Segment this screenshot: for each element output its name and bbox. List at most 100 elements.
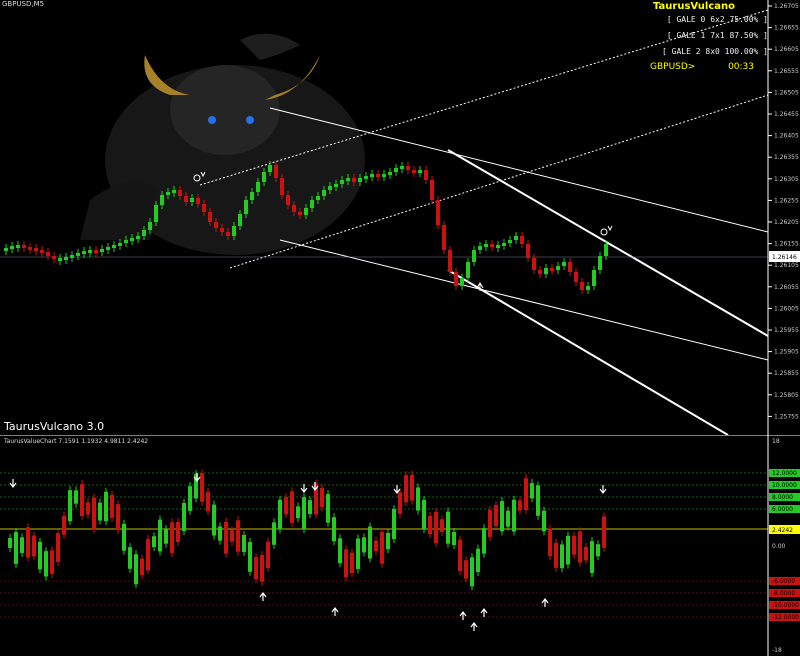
price-tick: 1.25855 (774, 370, 799, 377)
candle-body (280, 178, 284, 195)
indicator-bar (134, 554, 138, 585)
indicator-bar (74, 490, 78, 504)
indicator-bar (50, 550, 54, 574)
candle-body (376, 174, 380, 177)
indicator-chart[interactable]: 18 0.00 -18 2.4242 12.0000 10.0000 8.0000 6… (0, 435, 800, 656)
candle-body (28, 247, 32, 250)
indicator-bar (470, 557, 474, 587)
indicator-bar (578, 531, 582, 563)
indicator-canvas[interactable]: 18 0.00 -18 2.4242 12.0000 10.0000 8.0000 6… (0, 435, 800, 656)
price-tick: 1.26005 (774, 305, 799, 312)
indicator-bar (506, 510, 510, 527)
pair-timer-row: GBPUSD> 00:33 (620, 62, 768, 72)
candle-body (466, 262, 470, 278)
candle-body (484, 244, 488, 247)
candle-body (130, 238, 134, 241)
current-price-label: 1.26146 (772, 254, 797, 261)
indicator-bar (554, 542, 558, 568)
level-label: 10.0000 (772, 482, 797, 489)
candle-body (592, 270, 596, 286)
indicator-bar (68, 490, 72, 522)
candle-body (388, 172, 392, 175)
indicator-bar (266, 541, 270, 569)
level-label: 6.0000 (772, 506, 793, 513)
indicator-bar (374, 540, 378, 552)
candle-body (448, 250, 452, 272)
candle-body (256, 182, 260, 192)
indicator-bar (20, 537, 24, 553)
indicator-bar (566, 535, 570, 565)
up-arrow-icon (541, 598, 549, 607)
indicator-bar (56, 533, 60, 563)
candle-body (430, 180, 434, 200)
indicator-bar (428, 515, 432, 535)
indicator-bar (530, 483, 534, 499)
indicator-bar (122, 523, 126, 551)
indicator-bar (338, 538, 342, 564)
indicator-bar (572, 535, 576, 555)
candle-body (406, 166, 410, 170)
candle-body (424, 170, 428, 180)
indicator-bar (284, 497, 288, 515)
candle-body (136, 236, 140, 239)
indicator-axis-top: 18 (772, 438, 780, 445)
indicator-bar (404, 475, 408, 503)
indicator-bar (524, 478, 528, 511)
price-tick: 1.26555 (774, 68, 799, 75)
indicator-bar (38, 541, 42, 570)
up-arrow-icon (470, 622, 478, 631)
symbol-label: GBPUSD,M5 (2, 0, 45, 8)
indicator-bar (398, 492, 402, 514)
level-label: -8.0000 (772, 590, 795, 597)
candle-body (598, 256, 602, 270)
indicator-bar (146, 538, 150, 571)
candle-body (94, 250, 98, 253)
candle-body (70, 255, 74, 258)
candle-body (16, 245, 20, 248)
candle-body (370, 174, 374, 177)
indicator-axis-zero: 0.00 (772, 543, 786, 550)
candle-body (286, 195, 290, 205)
price-tick: 1.26505 (774, 89, 799, 96)
indicator-bar (272, 522, 276, 545)
candle-body (172, 190, 176, 193)
candle-body (88, 250, 92, 253)
candle-body (364, 176, 368, 179)
signal-circle (600, 228, 608, 236)
indicator-bar (176, 521, 180, 543)
indicator-bar (44, 551, 48, 577)
indicator-bar (326, 494, 330, 523)
indicator-bar (242, 534, 246, 553)
indicator-bar (128, 547, 132, 569)
gale-row-1: [ GALE 1 7x1 87.50% ] (666, 31, 768, 40)
candle-body (166, 192, 170, 195)
indicator-bar (248, 542, 252, 572)
price-tick: 1.26405 (774, 133, 799, 140)
indicator-bar (254, 557, 258, 580)
candle-body (340, 180, 344, 184)
price-tick: 1.26155 (774, 241, 799, 248)
indicator-bar (386, 532, 390, 550)
price-tick: 1.26455 (774, 111, 799, 118)
indicator-bar (446, 511, 450, 544)
price-chart[interactable]: 1.26705 1.26655 1.26605 1.26555 1.26505 1.264… (0, 0, 800, 435)
candle-body (490, 244, 494, 247)
candle-body (250, 192, 254, 200)
indicator-bar (602, 516, 606, 548)
candle-body (538, 270, 542, 274)
candle-body (226, 232, 230, 236)
indicator-bar (62, 515, 66, 535)
indicator-bar (320, 487, 324, 508)
candle-body (580, 282, 584, 290)
up-arrow-icon (331, 607, 339, 616)
indicator-bar (500, 501, 504, 532)
candle-body (214, 222, 218, 228)
down-arrow-icon (393, 485, 401, 494)
indicator-bar (518, 500, 522, 511)
candle-body (496, 245, 500, 248)
indicator-bar (140, 558, 144, 576)
candle-body (334, 184, 338, 187)
indicator-bar (206, 491, 210, 512)
brand-label: TaurusVulcano 3.0 (4, 420, 105, 433)
indicator-bar (308, 500, 312, 515)
